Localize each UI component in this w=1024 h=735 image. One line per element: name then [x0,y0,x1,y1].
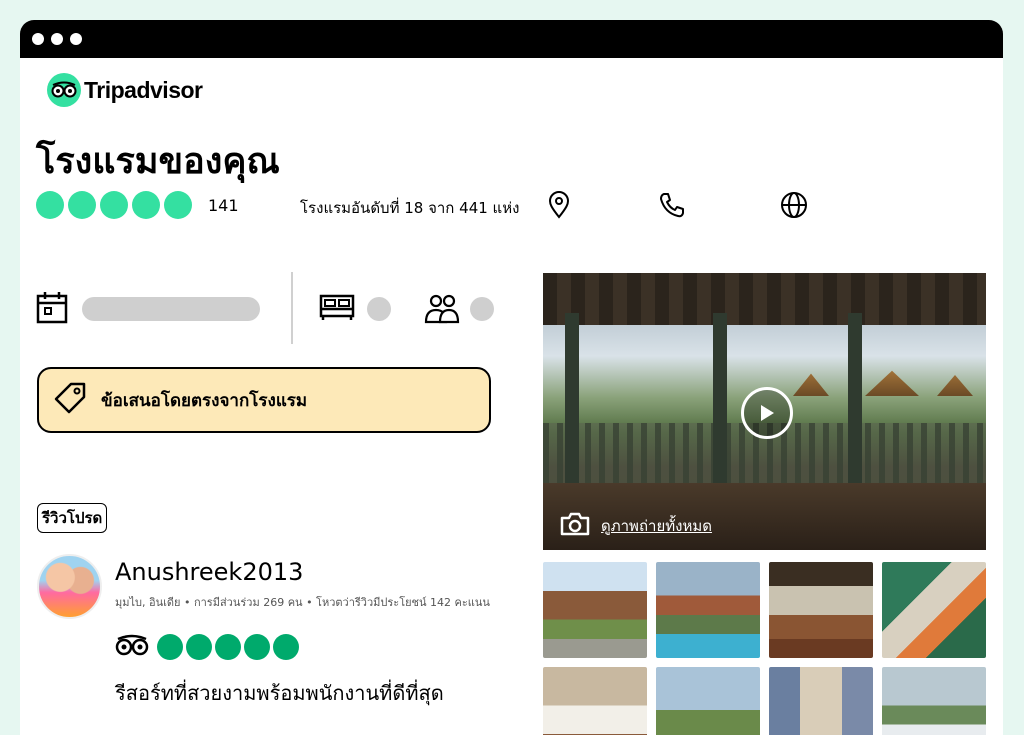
owl-eyes-icon [47,73,81,107]
rating-bubble [244,634,270,660]
photo-thumbnail[interactable] [769,562,873,658]
hotel-name: โรงแรมของคุณ [36,141,280,182]
price-tag-icon [53,381,87,419]
hero-photo[interactable]: ดูภาพถ่ายทั้งหมด [543,273,986,550]
view-all-label: ดูภาพถ่ายทั้งหมด [601,517,712,535]
photo-roof [543,273,986,325]
review-user-meta: มุมไบ, อินเดีย • การมีส่วนร่วม 269 คน • … [115,596,490,609]
photo-thumbnail[interactable] [656,562,760,658]
photo-huts [793,370,973,396]
window-dot[interactable] [70,33,82,45]
rating-bubble [36,191,64,219]
camera-icon [559,511,591,541]
offer-label: ข้อเสนอโดยตรงจากโรงแรม [101,390,308,411]
rating-bubble [273,634,299,660]
window-dot[interactable] [32,33,44,45]
photo-thumbnail[interactable] [543,667,647,735]
photo-thumbnail[interactable] [543,562,647,658]
review-rating [115,634,302,660]
window-dot[interactable] [51,33,63,45]
photo-thumbnail[interactable] [882,667,986,735]
rating-bubble [164,191,192,219]
title-bar [20,20,1003,58]
logo-text: Tripadvisor [84,76,203,103]
booking-search-bar [36,272,511,344]
avatar[interactable] [37,554,102,619]
favorite-review-badge: รีวิวโปรด [37,503,108,533]
photo-thumbnail[interactable] [882,562,986,658]
globe-icon[interactable] [779,190,809,220]
rating-bubble [132,191,160,219]
rating-bubble [100,191,128,219]
browser-window: Tripadvisor โรงแรมของคุณ 141 โรงแรมอันดั… [20,20,1003,735]
direct-offer-button[interactable]: ข้อเสนอโดยตรงจากโรงแรม [37,367,491,433]
view-all-photos-link[interactable]: ดูภาพถ่ายทั้งหมด [559,511,712,541]
divider [291,272,293,344]
calendar-icon[interactable] [36,290,68,328]
review-count[interactable]: 141 [208,196,239,215]
owl-eyes-icon [115,634,149,660]
bed-icon[interactable] [319,292,355,326]
guests-selector[interactable] [470,297,494,321]
phone-icon[interactable] [657,190,687,220]
photo-thumbnail[interactable] [769,667,873,735]
tripadvisor-logo[interactable]: Tripadvisor [47,73,203,107]
hotel-ranking[interactable]: โรงแรมอันดับที่ 18 จาก 441 แห่ง [300,196,519,220]
rating-bubble [186,634,212,660]
rating-bubble [215,634,241,660]
play-icon[interactable] [741,387,793,439]
rating-bubble [157,634,183,660]
map-pin-icon[interactable] [544,190,574,220]
photo-thumbnails [543,562,986,735]
photo-thumbnail[interactable] [656,667,760,735]
people-icon[interactable] [424,292,460,328]
rating-bubble [68,191,96,219]
review-username[interactable]: Anushreek2013 [115,558,303,586]
review-title[interactable]: รีสอร์ทที่สวยงามพร้อมพนักงานที่ดีที่สุด [115,677,444,709]
hotel-rating[interactable]: 141 [36,190,239,220]
rooms-selector[interactable] [367,297,391,321]
date-picker-field[interactable] [82,297,260,321]
